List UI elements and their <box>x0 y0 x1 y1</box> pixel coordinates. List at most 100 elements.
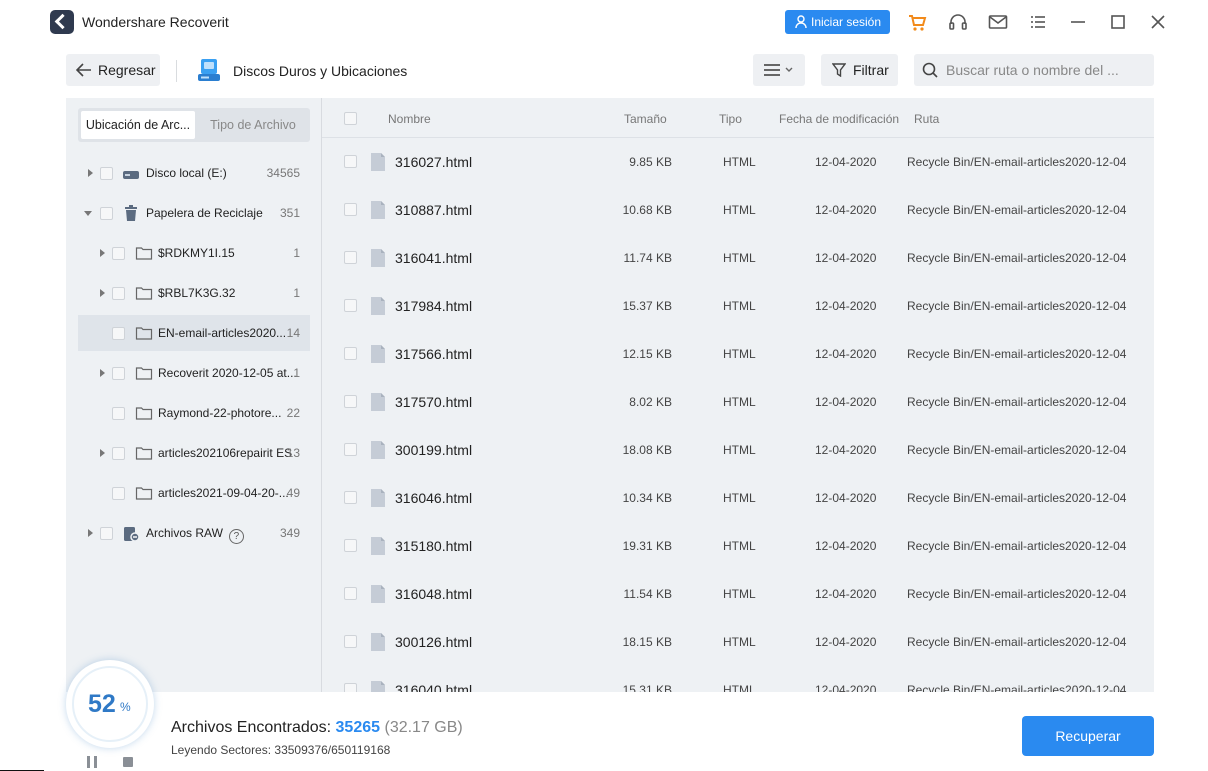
table-row[interactable]: 316048.html 11.54 KB HTML 12-04-2020 Recycle… <box>322 570 1154 618</box>
checkbox[interactable] <box>100 527 113 540</box>
column-header-date[interactable]: Fecha de modificación <box>779 112 899 126</box>
table-row[interactable]: 316046.html 10.34 KB HTML 12-04-2020 Recycle… <box>322 474 1154 522</box>
pause-icon[interactable] <box>85 756 99 768</box>
close-icon[interactable] <box>1147 11 1169 33</box>
chevron-down-icon <box>785 67 793 72</box>
file-type: HTML <box>723 683 756 692</box>
sidebar-item-label: articles2021-09-04-20-... <box>158 486 289 500</box>
checkbox[interactable] <box>112 447 125 460</box>
sidebar-item-folder[interactable]: $RBL7K3G.32 1 <box>78 275 310 311</box>
checkbox[interactable] <box>112 327 125 340</box>
file-icon <box>371 153 385 171</box>
file-type: HTML <box>723 395 756 409</box>
toolbar-divider <box>176 60 177 82</box>
sidebar-item-folder[interactable]: articles2021-09-04-20-... 49 <box>78 475 310 511</box>
checkbox[interactable] <box>100 207 113 220</box>
row-checkbox[interactable] <box>344 251 357 264</box>
sidebar-item-folder[interactable]: $RDKMY1I.15 1 <box>78 235 310 271</box>
menu-list-icon[interactable] <box>1027 11 1049 33</box>
column-header-type[interactable]: Tipo <box>719 112 742 126</box>
row-checkbox[interactable] <box>344 443 357 456</box>
table-row[interactable]: 317570.html 8.02 KB HTML 12-04-2020 Recycle … <box>322 378 1154 426</box>
row-checkbox[interactable] <box>344 539 357 552</box>
select-all-checkbox[interactable] <box>344 112 357 125</box>
sidebar-item-folder[interactable]: articles202106repairit ES 13 <box>78 435 310 471</box>
checkbox[interactable] <box>112 487 125 500</box>
headset-icon[interactable] <box>947 11 969 33</box>
hard-drive-icon <box>198 59 220 81</box>
row-checkbox[interactable] <box>344 683 357 692</box>
collapse-arrow-icon[interactable] <box>84 211 92 216</box>
sidebar-item-local-disk[interactable]: Disco local (E:) 34565 <box>78 155 310 191</box>
file-date: 12-04-2020 <box>815 443 877 457</box>
table-row[interactable]: 316041.html 11.74 KB HTML 12-04-2020 Recycle… <box>322 234 1154 282</box>
folder-icon <box>135 407 153 420</box>
table-row[interactable]: 315180.html 19.31 KB HTML 12-04-2020 Recycle… <box>322 522 1154 570</box>
search-box[interactable] <box>914 54 1154 86</box>
item-count: 1 <box>293 366 300 380</box>
progress-value: 52 <box>88 690 116 718</box>
file-name: 316046.html <box>395 490 473 506</box>
row-checkbox[interactable] <box>344 635 357 648</box>
row-checkbox[interactable] <box>344 587 357 600</box>
back-button[interactable]: Regresar <box>66 54 160 86</box>
checkbox[interactable] <box>112 287 125 300</box>
tab-file-location[interactable]: Ubicación de Arc... <box>81 111 195 139</box>
column-header-name[interactable]: Nombre <box>388 112 431 126</box>
checkbox[interactable] <box>100 167 113 180</box>
table-row[interactable]: 316040.html 15.31 KB HTML 12-04-2020 Recycle… <box>322 666 1154 692</box>
view-mode-button[interactable] <box>753 54 805 86</box>
item-count: 14 <box>286 326 300 340</box>
tab-file-type[interactable]: Tipo de Archivo <box>198 111 308 139</box>
row-checkbox[interactable] <box>344 299 357 312</box>
sidebar-item-recycle-bin[interactable]: Papelera de Reciclaje 351 <box>78 195 310 231</box>
checkbox[interactable] <box>112 247 125 260</box>
table-row[interactable]: 310887.html 10.68 KB HTML 12-04-2020 Recycle… <box>322 186 1154 234</box>
sidebar-item-folder[interactable]: Raymond-22-photore... 22 <box>78 395 310 431</box>
drive-icon <box>123 171 139 179</box>
expand-arrow-icon[interactable] <box>88 169 93 177</box>
file-size: 10.68 KB <box>622 203 672 217</box>
checkbox[interactable] <box>112 407 125 420</box>
expand-arrow-icon[interactable] <box>100 369 105 377</box>
row-checkbox[interactable] <box>344 203 357 216</box>
file-path: Recycle Bin/EN-email-articles2020-12-04 <box>907 395 1127 409</box>
sidebar-item-raw-files[interactable]: Archivos RAW? 349 <box>78 515 310 551</box>
recover-button[interactable]: Recuperar <box>1022 716 1154 756</box>
file-size: 11.54 KB <box>623 587 672 601</box>
minimize-icon[interactable] <box>1067 11 1089 33</box>
checkbox[interactable] <box>112 367 125 380</box>
sidebar-item-folder-selected[interactable]: EN-email-articles2020... 14 <box>78 315 310 351</box>
expand-arrow-icon[interactable] <box>100 249 105 257</box>
row-checkbox[interactable] <box>344 395 357 408</box>
row-checkbox[interactable] <box>344 155 357 168</box>
expand-arrow-icon[interactable] <box>100 289 105 297</box>
list-view-icon <box>764 64 780 76</box>
column-header-path[interactable]: Ruta <box>914 112 939 126</box>
maximize-icon[interactable] <box>1107 11 1129 33</box>
sidebar-item-folder[interactable]: Recoverit 2020-12-05 at... 1 <box>78 355 310 391</box>
table-row[interactable]: 317566.html 12.15 KB HTML 12-04-2020 Recycle… <box>322 330 1154 378</box>
row-checkbox[interactable] <box>344 491 357 504</box>
row-checkbox[interactable] <box>344 347 357 360</box>
search-input[interactable] <box>946 54 1146 86</box>
filter-button[interactable]: Filtrar <box>821 54 898 86</box>
file-size: 15.37 KB <box>622 299 672 313</box>
table-row[interactable]: 300126.html 18.15 KB HTML 12-04-2020 Recycle… <box>322 618 1154 666</box>
help-icon[interactable]: ? <box>228 529 244 544</box>
expand-arrow-icon[interactable] <box>100 449 105 457</box>
cart-icon[interactable] <box>906 11 928 33</box>
stop-icon[interactable] <box>123 757 133 767</box>
file-icon <box>371 681 385 692</box>
table-row[interactable]: 300199.html 18.08 KB HTML 12-04-2020 Recycle… <box>322 426 1154 474</box>
login-button[interactable]: Iniciar sesión <box>785 10 890 34</box>
file-icon <box>371 633 385 651</box>
mail-icon[interactable] <box>987 11 1009 33</box>
column-header-size[interactable]: Tamaño <box>624 112 667 126</box>
item-count: 349 <box>279 526 300 540</box>
expand-arrow-icon[interactable] <box>88 529 93 537</box>
table-row[interactable]: 316027.html 9.85 KB HTML 12-04-2020 Recycle … <box>322 138 1154 186</box>
file-type: HTML <box>723 299 756 313</box>
file-type: HTML <box>723 155 756 169</box>
table-row[interactable]: 317984.html 15.37 KB HTML 12-04-2020 Recycle… <box>322 282 1154 330</box>
